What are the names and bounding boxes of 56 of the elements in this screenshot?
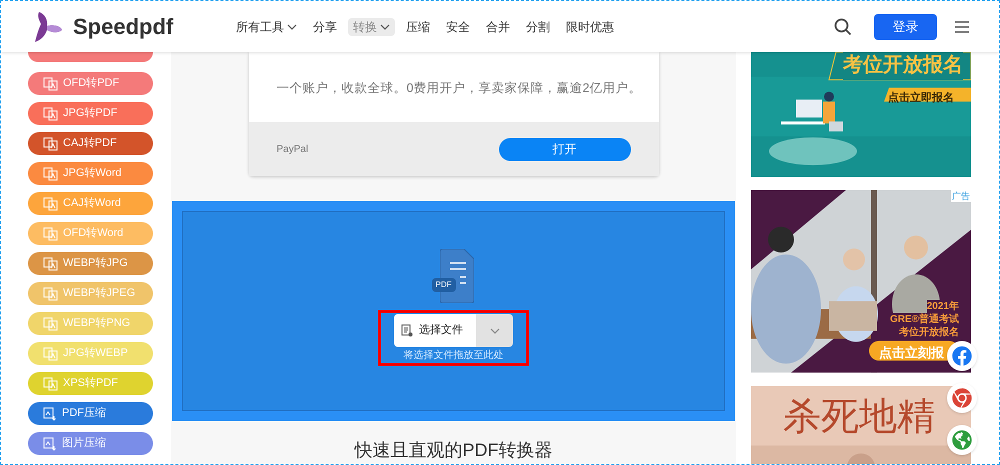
image-compress-icon — [43, 436, 57, 450]
convert-files-icon — [43, 286, 58, 300]
convert-files-icon — [43, 256, 58, 270]
sidebar-item[interactable] — [28, 52, 153, 62]
nav-item[interactable]: 所有工具 — [231, 18, 302, 36]
sidebar-item[interactable]: OFD转PDF — [28, 72, 153, 95]
pdf-badge: PDF — [432, 278, 456, 292]
globe-icon — [952, 430, 972, 450]
chrome-button[interactable] — [947, 383, 977, 413]
sidebar-item[interactable]: JPG转PDF — [28, 102, 153, 125]
nav-item[interactable]: 合并 — [481, 18, 516, 36]
convert-files-icon — [43, 76, 58, 90]
sidebar-item[interactable]: 图片压缩 — [28, 432, 153, 455]
banner-text: 2021年 — [926, 300, 959, 314]
section-heading: 快速且直观的PDF转换器 — [354, 439, 552, 462]
caret-icon — [490, 328, 500, 334]
sidebar-item[interactable]: CAJ转Word — [28, 192, 153, 215]
sidebar-item[interactable]: WEBP转JPG — [28, 252, 153, 275]
banner-text: GRE®普通考试 — [890, 313, 959, 326]
nav-item[interactable]: 限时优惠 — [561, 18, 620, 36]
convert-files-icon — [43, 136, 58, 150]
brand-name: Speedpdf — [73, 13, 174, 41]
ad-text: 一个账户，收款全球。0费用开户，享卖家保障，赢逾2亿用户。 — [276, 81, 642, 95]
convert-files-icon — [43, 226, 58, 240]
chrome-icon — [952, 388, 972, 408]
banner-title: 考位开放报名 — [843, 52, 963, 80]
banner-text: 考位开放报名 — [899, 326, 959, 340]
nav-item[interactable]: 压缩 — [401, 18, 436, 36]
convert-files-icon — [43, 376, 58, 390]
nav-item[interactable]: 转换 — [348, 18, 396, 36]
menu-icon[interactable] — [955, 20, 969, 32]
nav-item[interactable]: 安全 — [441, 18, 476, 36]
convert-files-icon — [43, 346, 58, 360]
banner-cta: 点击立即报名 — [888, 90, 954, 106]
banner-cta: 点击立刻报 — [879, 345, 944, 362]
search-icon[interactable] — [834, 18, 852, 36]
login-button[interactable]: 登录 — [874, 14, 937, 40]
upload-area[interactable]: PDF 选择文件 将选择文件拖放至此处 — [172, 201, 735, 421]
open-button[interactable]: 打开 — [498, 138, 630, 160]
nav-item[interactable]: 分割 — [521, 18, 556, 36]
ad-source: PayPal — [276, 142, 308, 156]
sidebar-item[interactable]: CAJ转PDF — [28, 132, 153, 155]
image-compress-icon — [43, 406, 57, 420]
convert-files-icon — [43, 316, 58, 330]
ad-label: 广告 — [951, 190, 971, 202]
nav-item[interactable]: 分享 — [308, 18, 342, 36]
convert-files-icon — [43, 196, 58, 210]
banner-title: 杀死地精 — [783, 392, 935, 440]
facebook-icon — [952, 346, 972, 366]
convert-files-icon — [43, 106, 58, 120]
select-file-button[interactable]: 选择文件 — [394, 314, 476, 347]
sidebar-item[interactable]: PDF压缩 — [28, 402, 153, 425]
convert-files-icon — [43, 166, 58, 180]
drop-hint: 将选择文件拖放至此处 — [404, 349, 504, 362]
file-icon — [401, 324, 413, 337]
sidebar-item[interactable]: JPG转Word — [28, 162, 153, 185]
